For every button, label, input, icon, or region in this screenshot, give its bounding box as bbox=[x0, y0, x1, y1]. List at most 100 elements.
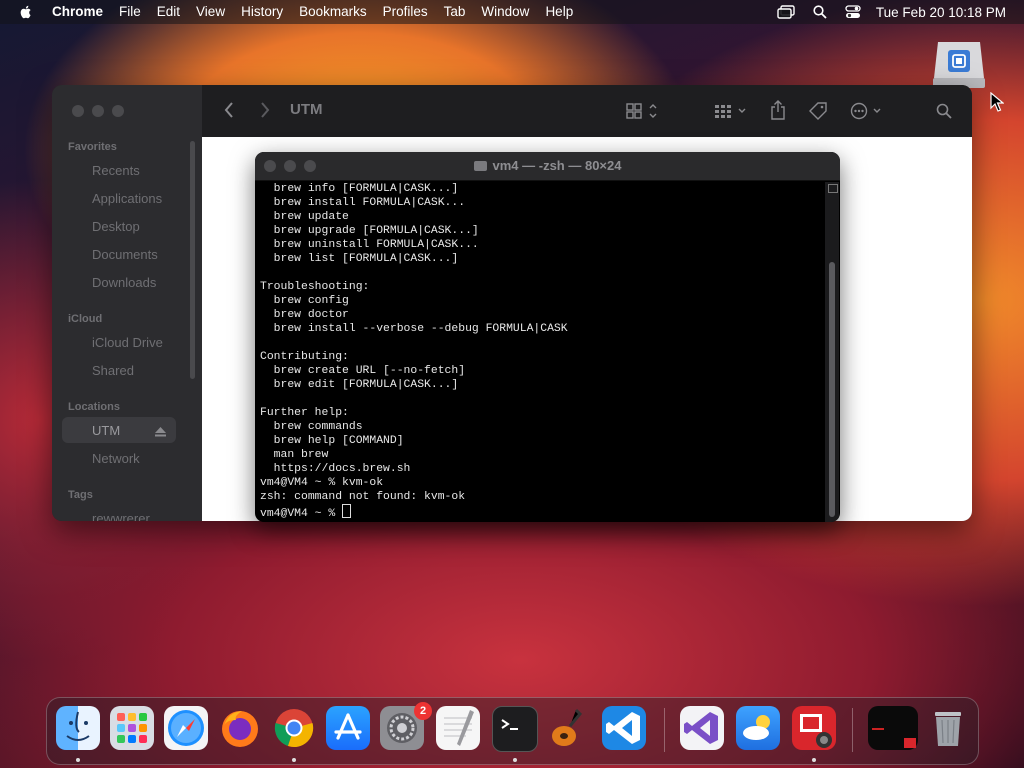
terminal-line: brew upgrade [FORMULA|CASK...] bbox=[260, 225, 479, 237]
finder-dock-icon[interactable] bbox=[56, 706, 100, 750]
photo-booth-icon[interactable] bbox=[792, 706, 836, 750]
close-button[interactable] bbox=[72, 105, 84, 117]
sidebar-item-icloud-drive[interactable]: iCloud Drive bbox=[92, 335, 163, 350]
menu-profiles[interactable]: Profiles bbox=[375, 0, 436, 24]
menu-window[interactable]: Window bbox=[473, 0, 537, 24]
dock-separator bbox=[664, 708, 665, 752]
sidebar-section-icloud: iCloud bbox=[68, 313, 103, 325]
zoom-button[interactable] bbox=[112, 105, 124, 117]
sidebar-section-tags: Tags bbox=[68, 489, 93, 501]
launchpad-icon[interactable] bbox=[110, 706, 154, 750]
control-center-icon[interactable] bbox=[845, 5, 861, 19]
spotlight-search-icon[interactable] bbox=[813, 5, 827, 19]
tag-icon[interactable] bbox=[808, 101, 828, 126]
terminal-prompt-line[interactable]: vm4@VM4 ~ % bbox=[260, 504, 820, 521]
sidebar-item-desktop[interactable]: Desktop bbox=[92, 219, 140, 234]
screen-mirroring-icon[interactable] bbox=[777, 5, 795, 19]
finder-window-controls bbox=[72, 105, 124, 117]
finder-sidebar: Favorites Recents Applications Desktop D… bbox=[52, 85, 202, 521]
terminal-line: Further help: bbox=[260, 407, 349, 419]
firefox-icon[interactable] bbox=[218, 706, 262, 750]
apple-icon[interactable] bbox=[18, 4, 34, 20]
minimized-window-thumbnail[interactable] bbox=[868, 706, 918, 750]
menu-help[interactable]: Help bbox=[537, 0, 581, 24]
share-icon[interactable] bbox=[770, 100, 786, 125]
weather-icon[interactable] bbox=[736, 706, 780, 750]
terminal-line: brew update bbox=[260, 211, 349, 223]
dock: 2 bbox=[46, 697, 979, 765]
terminal-line: https://docs.brew.sh bbox=[260, 463, 411, 475]
settings-notification-badge: 2 bbox=[414, 702, 432, 720]
terminal-line: brew install --verbose --debug FORMULA|C… bbox=[260, 323, 568, 335]
terminal-line: brew help [COMMAND] bbox=[260, 435, 404, 447]
photo-app-running-indicator bbox=[812, 758, 816, 762]
terminal-scroll-thumb[interactable] bbox=[829, 262, 835, 517]
sidebar-scrollbar[interactable] bbox=[190, 141, 195, 379]
trash-icon[interactable] bbox=[926, 706, 970, 750]
finder-toolbar: UTM bbox=[202, 85, 972, 137]
terminal-line: brew create URL [--no-fetch] bbox=[260, 365, 466, 377]
vscode-icon[interactable] bbox=[602, 706, 646, 750]
mouse-pointer-icon bbox=[990, 91, 1005, 117]
dock-separator-2 bbox=[852, 708, 853, 752]
terminal-line: zsh: command not found: kvm-ok bbox=[260, 491, 466, 503]
terminal-line: brew install FORMULA|CASK... bbox=[260, 197, 466, 209]
sidebar-item-shared[interactable]: Shared bbox=[92, 363, 134, 378]
minimize-button[interactable] bbox=[92, 105, 104, 117]
terminal-line: brew list [FORMULA|CASK...] bbox=[260, 253, 459, 265]
terminal-line: man brew bbox=[260, 449, 329, 461]
terminal-title-text: vm4 — -zsh — 80×24 bbox=[492, 158, 622, 173]
sidebar-item-downloads[interactable]: Downloads bbox=[92, 275, 156, 290]
sidebar-item-applications[interactable]: Applications bbox=[92, 191, 162, 206]
utm-drive-icon[interactable] bbox=[930, 38, 988, 90]
terminal-icon[interactable] bbox=[492, 706, 538, 752]
textedit-icon[interactable] bbox=[436, 706, 480, 750]
menu-tab[interactable]: Tab bbox=[436, 0, 474, 24]
menu-edit[interactable]: Edit bbox=[149, 0, 188, 24]
back-chevron-icon[interactable] bbox=[224, 102, 234, 123]
sidebar-item-utm[interactable]: UTM bbox=[92, 423, 120, 438]
menu-bookmarks[interactable]: Bookmarks bbox=[291, 0, 375, 24]
sidebar-item-network[interactable]: Network bbox=[92, 451, 140, 466]
terminal-line: brew uninstall FORMULA|CASK... bbox=[260, 239, 479, 251]
more-actions-icon[interactable] bbox=[850, 102, 886, 125]
terminal-titlebar[interactable]: vm4 — -zsh — 80×24 bbox=[255, 152, 840, 181]
menu-view[interactable]: View bbox=[188, 0, 233, 24]
forward-chevron-icon[interactable] bbox=[260, 102, 270, 123]
menu-file[interactable]: File bbox=[111, 0, 149, 24]
terminal-title: vm4 — -zsh — 80×24 bbox=[255, 158, 840, 173]
search-icon[interactable] bbox=[936, 103, 952, 124]
text-cursor bbox=[342, 504, 352, 518]
sidebar-item-documents[interactable]: Documents bbox=[92, 247, 158, 262]
visual-studio-icon[interactable] bbox=[680, 706, 724, 750]
chrome-icon[interactable] bbox=[272, 706, 316, 750]
menu-history[interactable]: History bbox=[233, 0, 291, 24]
sidebar-item-recents[interactable]: Recents bbox=[92, 163, 140, 178]
app-store-icon[interactable] bbox=[326, 706, 370, 750]
chrome-running-indicator bbox=[292, 758, 296, 762]
terminal-output[interactable]: brew info [FORMULA|CASK...] brew install… bbox=[260, 182, 820, 522]
sidebar-section-locations: Locations bbox=[68, 401, 120, 413]
eject-icon[interactable] bbox=[155, 425, 166, 440]
sidebar-item-tag[interactable]: rewwrerer bbox=[92, 511, 150, 521]
terminal-running-indicator bbox=[513, 758, 517, 762]
terminal-window: vm4 — -zsh — 80×24 brew info [FORMULA|CA… bbox=[255, 152, 840, 522]
folder-icon bbox=[473, 161, 487, 171]
terminal-scrollbar[interactable] bbox=[825, 182, 839, 522]
terminal-line: vm4@VM4 ~ % kvm-ok bbox=[260, 477, 384, 489]
terminal-line: brew config bbox=[260, 295, 349, 307]
sidebar-section-favorites: Favorites bbox=[68, 141, 117, 153]
icon-view-icon[interactable] bbox=[626, 103, 658, 124]
menu-app-name[interactable]: Chrome bbox=[44, 0, 111, 24]
terminal-line: brew commands bbox=[260, 421, 363, 433]
scroll-top-marker bbox=[828, 184, 838, 193]
menubar-clock[interactable]: Tue Feb 20 10:18 PM bbox=[876, 5, 1006, 20]
terminal-line: brew doctor bbox=[260, 309, 349, 321]
garageband-icon[interactable] bbox=[546, 706, 590, 750]
safari-icon[interactable] bbox=[164, 706, 208, 750]
terminal-line: Troubleshooting: bbox=[260, 281, 370, 293]
menubar-status-area: Tue Feb 20 10:18 PM bbox=[768, 0, 1024, 24]
group-by-icon[interactable] bbox=[714, 103, 750, 124]
